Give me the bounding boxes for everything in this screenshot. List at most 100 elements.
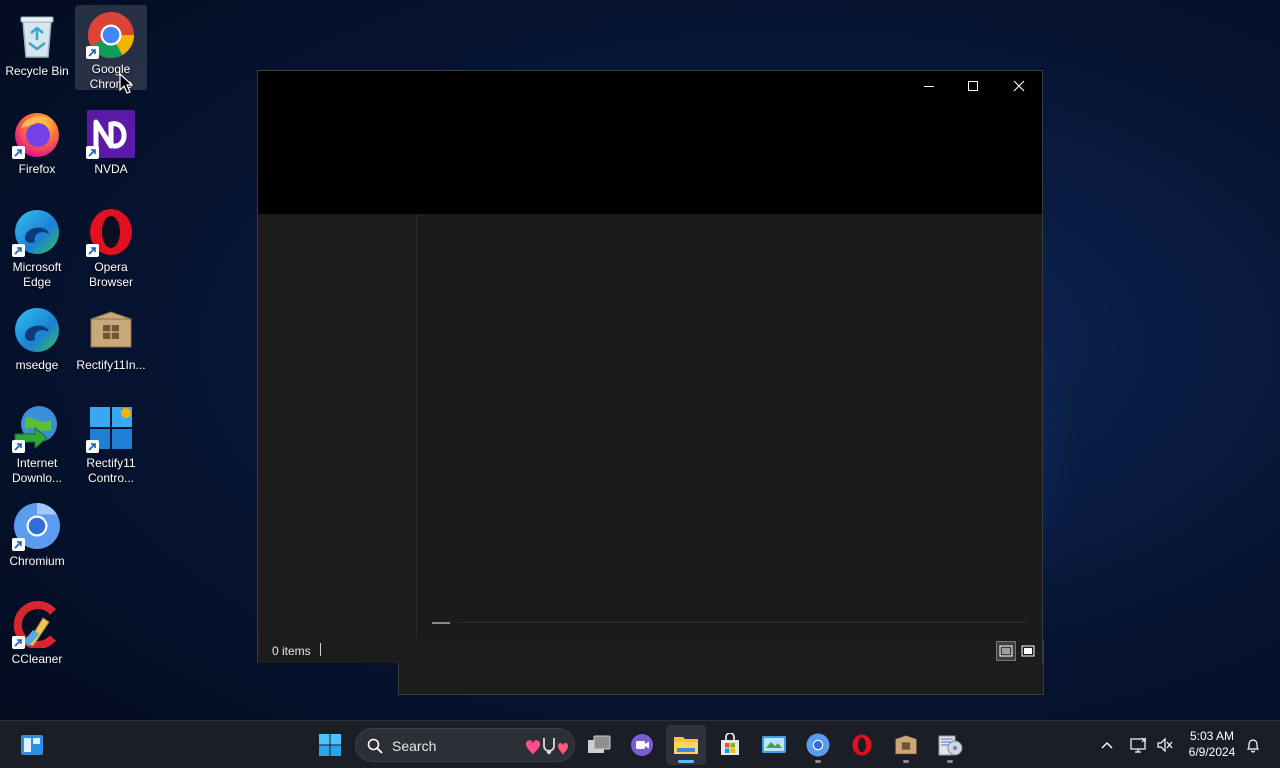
teams-chat-button[interactable] <box>622 725 662 765</box>
desktop-icon-rectify11-control[interactable]: Rectify11 Contro... <box>75 397 147 487</box>
folder-icon <box>674 737 698 754</box>
network-monitor-icon <box>1130 737 1147 753</box>
desktop-icon-label: Google Chrome <box>89 62 133 91</box>
desktop-icon-label: Microsoft Edge <box>12 260 62 289</box>
taskbar-search-box[interactable]: Search <box>355 728 575 762</box>
opera-icon <box>86 207 136 257</box>
shortcut-arrow-icon <box>86 46 99 59</box>
system-clock[interactable]: 5:03 AM 6/9/2024 <box>1180 728 1244 760</box>
shortcut-arrow-icon <box>12 636 25 649</box>
close-button[interactable] <box>996 71 1042 101</box>
desktop-icon-label: Opera Browser <box>88 260 133 289</box>
store-bag-icon <box>721 733 739 755</box>
running-indicator <box>815 760 821 763</box>
shortcut-arrow-icon <box>12 146 25 159</box>
desktop-icon-recycle-bin[interactable]: Recycle Bin <box>1 5 73 95</box>
network-button[interactable] <box>1128 721 1150 768</box>
setup-taskbar-button[interactable] <box>930 725 970 765</box>
microsoft-store-button[interactable] <box>710 725 750 765</box>
desktop-icon-chromium[interactable]: Chromium <box>1 495 73 585</box>
desktop-icon-msedge[interactable]: msedge <box>1 299 73 389</box>
show-hidden-icons-button[interactable] <box>1096 721 1118 768</box>
large-icons-view-icon <box>1021 645 1035 657</box>
widgets-button[interactable] <box>12 725 52 765</box>
desktop-icon-opera-browser[interactable]: Opera Browser <box>75 201 147 291</box>
bell-icon <box>1247 739 1259 753</box>
globe-download-icon <box>12 403 62 453</box>
desktop-icon-ccleaner[interactable]: CCleaner <box>1 593 73 683</box>
edge-icon <box>12 305 62 355</box>
desktop-icon-internet-download-manager[interactable]: Internet Downlo... <box>1 397 73 487</box>
minimize-icon <box>924 86 934 87</box>
minimize-button[interactable] <box>906 71 952 101</box>
desktop-icon-label: Chromium <box>9 554 65 568</box>
nvda-icon <box>86 109 136 159</box>
desktop-icon-label: msedge <box>15 358 59 372</box>
navigation-pane[interactable] <box>258 214 417 638</box>
shortcut-arrow-icon <box>86 440 99 453</box>
desktop-icon-google-chrome[interactable]: Google Chrome <box>75 5 147 91</box>
horizontal-scrollbar-thumb[interactable] <box>432 622 450 624</box>
video-chat-icon <box>631 734 653 756</box>
chrome-taskbar-button[interactable] <box>798 725 838 765</box>
desktop-icon-firefox[interactable]: Firefox <box>1 103 73 193</box>
rectify11-installer-taskbar-button[interactable] <box>886 725 926 765</box>
details-view-icon <box>999 645 1013 657</box>
desktop-icon-label: Rectify11 Contro... <box>86 456 136 485</box>
chromium-icon <box>806 733 830 757</box>
task-view-button[interactable] <box>579 725 619 765</box>
large-icons-view-button[interactable] <box>1018 641 1038 661</box>
chromium-icon <box>12 501 62 551</box>
mouse-cursor-icon <box>119 73 133 94</box>
status-divider <box>320 643 321 656</box>
running-indicator <box>947 760 953 763</box>
edge-icon <box>12 207 62 257</box>
file-explorer-taskbar-button[interactable] <box>666 725 706 765</box>
clock-date: 6/9/2024 <box>1188 745 1236 759</box>
speaker-muted-icon <box>1157 737 1173 753</box>
opera-icon <box>852 734 872 756</box>
item-count: 0 items <box>272 644 311 658</box>
firefox-icon <box>12 109 62 159</box>
package-box-icon <box>895 735 917 755</box>
desktop-icon-rectify11-installer[interactable]: Rectify11In... <box>75 299 147 389</box>
shortcut-arrow-icon <box>86 146 99 159</box>
desktop-icon-nvda[interactable]: NVDA <box>75 103 147 193</box>
search-highlight-icon <box>526 738 568 755</box>
recycle-bin-icon <box>12 11 62 61</box>
close-icon <box>1013 80 1025 92</box>
active-indicator <box>678 760 694 763</box>
file-list-pane[interactable] <box>418 214 1042 638</box>
volume-button[interactable] <box>1154 721 1176 768</box>
start-button[interactable] <box>310 725 350 765</box>
desktop-icon-label: Recycle Bin <box>5 64 69 78</box>
shortcut-arrow-icon <box>86 244 99 257</box>
shortcut-arrow-icon <box>12 244 25 257</box>
shortcut-arrow-icon <box>12 538 25 551</box>
scrollbar-track <box>458 622 1026 623</box>
desktop-icon-label: CCleaner <box>11 652 63 666</box>
task-view-icon <box>588 735 611 753</box>
maximize-button[interactable] <box>950 71 996 101</box>
chrome-icon <box>86 11 136 59</box>
opera-taskbar-button[interactable] <box>842 725 882 765</box>
notifications-button[interactable] <box>1242 721 1264 768</box>
installer-disc-icon <box>938 735 963 756</box>
package-box-icon <box>86 305 136 355</box>
desktop-icon-microsoft-edge[interactable]: Microsoft Edge <box>1 201 73 291</box>
clock-time: 5:03 AM <box>1189 729 1235 743</box>
desktop-icon-label: Firefox <box>18 162 56 176</box>
windows-start-icon <box>319 734 341 756</box>
windows-logo-icon <box>86 403 136 453</box>
title-bar[interactable] <box>258 71 1042 214</box>
control-panel-button[interactable] <box>754 725 794 765</box>
running-indicator <box>903 760 909 763</box>
taskbar: Search 5:03 AM 6/9/2024 <box>0 720 1280 768</box>
desktop-icon-label: Internet Downlo... <box>11 456 63 485</box>
desktop-icon-label: Rectify11In... <box>76 358 146 372</box>
search-icon <box>367 738 383 754</box>
file-explorer-window[interactable]: 0 items <box>257 70 1043 663</box>
search-placeholder: Search <box>392 738 437 754</box>
details-view-button[interactable] <box>996 641 1016 661</box>
desktop-icon-label: NVDA <box>94 162 128 176</box>
